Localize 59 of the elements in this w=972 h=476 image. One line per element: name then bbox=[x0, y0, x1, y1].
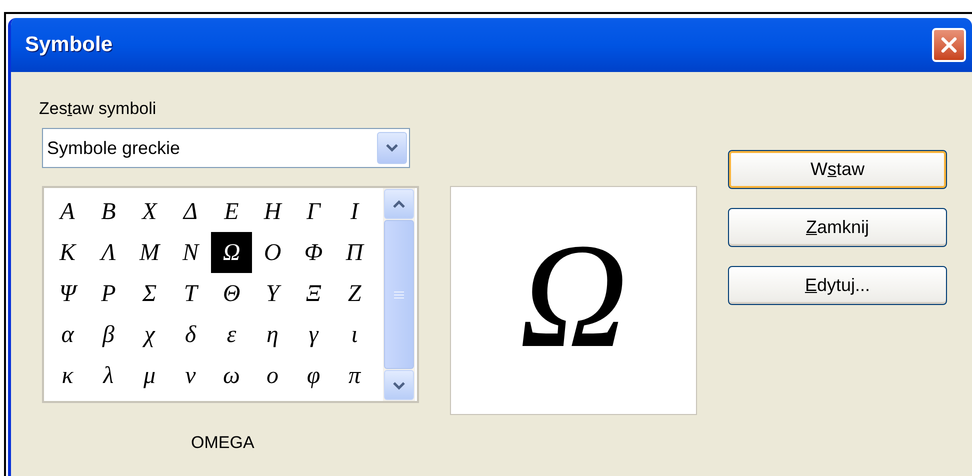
symbol-cell[interactable]: Η bbox=[252, 191, 293, 232]
dialog-button[interactable]: Edytuj... bbox=[728, 266, 947, 305]
symbol-cell[interactable]: Π bbox=[334, 232, 375, 273]
symbol-cell[interactable]: Γ bbox=[293, 191, 334, 232]
symbol-cell[interactable]: Θ bbox=[211, 273, 252, 314]
symbol-cell[interactable]: Ε bbox=[211, 191, 252, 232]
chevron-up-icon bbox=[392, 200, 406, 208]
symbol-cell[interactable]: Ρ bbox=[88, 273, 129, 314]
symbol-cell[interactable]: Α bbox=[47, 191, 88, 232]
symbol-cell[interactable]: γ bbox=[293, 314, 334, 355]
symbol-cell[interactable]: Ν bbox=[170, 232, 211, 273]
field-label: Zestaw symboli bbox=[39, 98, 156, 120]
symbol-cell[interactable]: Ο bbox=[252, 232, 293, 273]
symbol-cell[interactable]: φ bbox=[293, 355, 334, 396]
grip-icon bbox=[394, 290, 404, 298]
symbol-cell[interactable]: Χ bbox=[129, 191, 170, 232]
scroll-down-button[interactable] bbox=[384, 370, 414, 400]
dropdown-arrow-button[interactable] bbox=[377, 132, 407, 164]
symbol-cell[interactable]: Τ bbox=[170, 273, 211, 314]
symbol-cell[interactable]: Ω bbox=[211, 232, 252, 273]
symbol-cell[interactable]: η bbox=[252, 314, 293, 355]
symbol-cell[interactable]: β bbox=[88, 314, 129, 355]
symbol-cell[interactable]: κ bbox=[47, 355, 88, 396]
symbol-cell[interactable]: Λ bbox=[88, 232, 129, 273]
symbol-cell[interactable]: Μ bbox=[129, 232, 170, 273]
symbol-cell[interactable]: Ξ bbox=[293, 273, 334, 314]
symbol-cell[interactable]: Σ bbox=[129, 273, 170, 314]
symbol-cell[interactable]: Κ bbox=[47, 232, 88, 273]
symbol-cell[interactable]: δ bbox=[170, 314, 211, 355]
dialog-button[interactable]: Zamknij bbox=[728, 208, 947, 247]
symbol-cell[interactable]: π bbox=[334, 355, 375, 396]
chevron-down-icon bbox=[385, 143, 399, 153]
preview-symbol: Ω bbox=[519, 220, 628, 380]
symbol-cell[interactable]: Φ bbox=[293, 232, 334, 273]
chevron-down-icon bbox=[392, 380, 406, 390]
symbol-cell[interactable]: Δ bbox=[170, 191, 211, 232]
symbol-name: OMEGA bbox=[191, 432, 254, 454]
symbol-cell[interactable]: Υ bbox=[252, 273, 293, 314]
scrollbar[interactable] bbox=[383, 188, 415, 401]
symbol-cell[interactable]: Ι bbox=[334, 191, 375, 232]
symbol-cell[interactable]: λ bbox=[88, 355, 129, 396]
symbol-cell[interactable]: μ bbox=[129, 355, 170, 396]
window-title: Symbole bbox=[25, 32, 113, 58]
dialog-button[interactable]: Wstaw bbox=[728, 150, 947, 189]
symbol-cell[interactable]: Β bbox=[88, 191, 129, 232]
symbol-cell[interactable]: ε bbox=[211, 314, 252, 355]
symbol-set-dropdown[interactable]: Symbole greckie bbox=[42, 128, 410, 168]
symbol-cell[interactable]: ν bbox=[170, 355, 211, 396]
scroll-thumb[interactable] bbox=[384, 220, 414, 369]
symbol-cell[interactable]: Ζ bbox=[334, 273, 375, 314]
scroll-up-button[interactable] bbox=[384, 189, 414, 219]
close-button[interactable] bbox=[932, 28, 966, 62]
symbol-cell[interactable]: Ψ bbox=[47, 273, 88, 314]
symbol-cell[interactable]: ι bbox=[334, 314, 375, 355]
symbol-cell[interactable]: χ bbox=[129, 314, 170, 355]
symbol-cell[interactable]: α bbox=[47, 314, 88, 355]
symbol-cell[interactable]: ο bbox=[252, 355, 293, 396]
close-icon bbox=[940, 36, 958, 54]
symbol-cell[interactable]: ω bbox=[211, 355, 252, 396]
